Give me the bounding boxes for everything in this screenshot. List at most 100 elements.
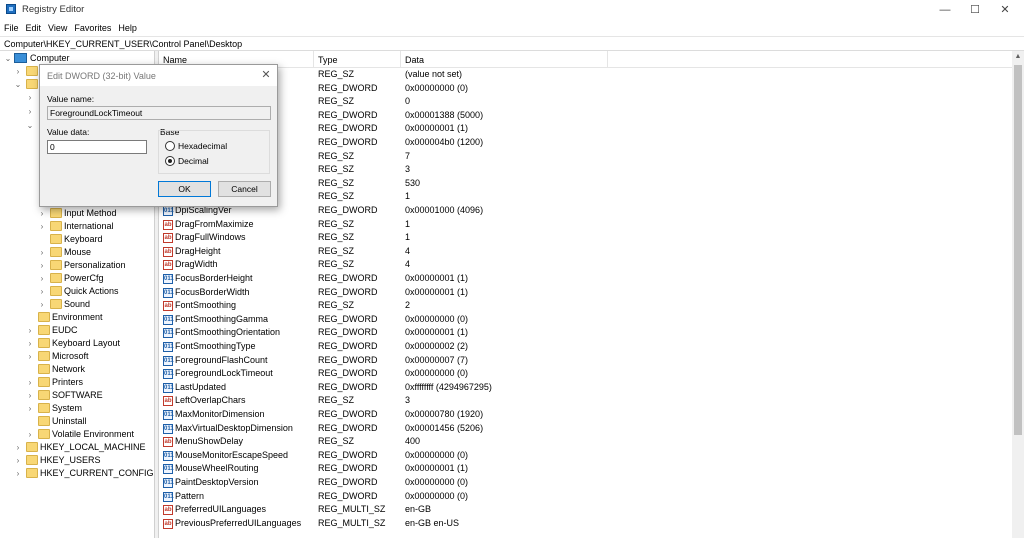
chevron-right-icon[interactable]: ›	[26, 105, 34, 118]
chevron-right-icon[interactable]: ›	[26, 350, 34, 363]
menu-help[interactable]: Help	[114, 20, 140, 33]
radio-button-selected[interactable]	[165, 156, 175, 166]
table-row[interactable]: REG_SZ 0	[159, 95, 1012, 109]
table-row[interactable]: ab MenuShowDelay REG_SZ 400	[159, 435, 1012, 449]
tree-item-hklm[interactable]: › HKEY_LOCAL_MACHINE	[14, 441, 154, 454]
table-row[interactable]: 011 MouseWheelRouting REG_DWORD 0x00000001 …	[159, 462, 1012, 476]
table-row[interactable]: ab DragFromMaximize REG_SZ 1	[159, 218, 1012, 232]
table-row[interactable]: 011 MouseMonitorEscapeSpeed REG_DWORD 0x000…	[159, 449, 1012, 463]
ok-button[interactable]: OK	[158, 181, 211, 197]
value-data-field[interactable]: 0	[47, 140, 147, 154]
table-row[interactable]: ab DragFullWindows REG_SZ 1	[159, 231, 1012, 245]
table-row[interactable]: ab DragHeight REG_SZ 4	[159, 245, 1012, 259]
address-bar[interactable]: Computer\HKEY_CURRENT_USER\Control Panel…	[0, 36, 1024, 51]
tree-item-volatile-environment[interactable]: › Volatile Environment	[26, 428, 154, 441]
vertical-scrollbar[interactable]: ▲	[1012, 51, 1024, 538]
table-row[interactable]: 011 DpiScalingVer REG_DWORD 0x00001000 (409…	[159, 204, 1012, 218]
address-path[interactable]: Computer\HKEY_CURRENT_USER\Control Panel…	[4, 39, 242, 49]
table-row[interactable]: REG_DWORD 0x00000001 (1)	[159, 122, 1012, 136]
table-row[interactable]: 011 FocusBorderWidth REG_DWORD 0x00000001 (…	[159, 286, 1012, 300]
table-row[interactable]: 011 FontSmoothingType REG_DWORD 0x00000002 …	[159, 340, 1012, 354]
table-row[interactable]: REG_SZ 7	[159, 150, 1012, 164]
tree-item-network[interactable]: Network	[26, 363, 154, 376]
table-row[interactable]: 011 FontSmoothingGamma REG_DWORD 0x00000000…	[159, 313, 1012, 327]
chevron-down-icon[interactable]: ⌄	[26, 119, 34, 132]
chevron-right-icon[interactable]: ›	[14, 467, 22, 480]
chevron-right-icon[interactable]: ›	[26, 402, 34, 415]
dialog-close-button[interactable]: ✕	[258, 68, 274, 82]
chevron-right-icon[interactable]: ›	[38, 207, 46, 220]
table-row[interactable]: 011 FontSmoothingOrientation REG_DWORD 0x00…	[159, 326, 1012, 340]
table-row[interactable]: 011 ForegroundFlashCount REG_DWORD 0x000000…	[159, 354, 1012, 368]
chevron-right-icon[interactable]: ›	[26, 389, 34, 402]
tree-item-software[interactable]: › SOFTWARE	[26, 389, 154, 402]
chevron-right-icon[interactable]: ›	[38, 272, 46, 285]
chevron-right-icon[interactable]: ›	[38, 220, 46, 233]
chevron-right-icon[interactable]: ›	[14, 441, 22, 454]
menu-edit[interactable]: Edit	[22, 20, 45, 33]
value-name-field[interactable]: ForegroundLockTimeout	[47, 106, 271, 120]
values-list[interactable]: REG_SZ (value not set) REG_DWORD 0x00000000…	[159, 68, 1012, 538]
column-divider[interactable]	[400, 51, 401, 68]
table-row[interactable]: 011 FocusBorderHeight REG_DWORD 0x00000001 …	[159, 272, 1012, 286]
column-divider[interactable]	[313, 51, 314, 68]
column-header-data[interactable]: Data	[405, 55, 424, 65]
table-row[interactable]: ab DragWidth REG_SZ 4	[159, 258, 1012, 272]
tree-item-microsoft[interactable]: › Microsoft	[26, 350, 154, 363]
scroll-thumb[interactable]	[1014, 65, 1022, 435]
chevron-right-icon[interactable]: ›	[26, 428, 34, 441]
table-row[interactable]: REG_SZ 1	[159, 190, 1012, 204]
table-row[interactable]: 011 PaintDesktopVersion REG_DWORD 0x0000000…	[159, 476, 1012, 490]
menu-view[interactable]: View	[44, 20, 70, 33]
tree-item-printers[interactable]: › Printers	[26, 376, 154, 389]
table-row[interactable]: REG_DWORD 0x000004b0 (1200)	[159, 136, 1012, 150]
chevron-right-icon[interactable]: ›	[38, 246, 46, 259]
chevron-right-icon[interactable]: ›	[14, 454, 22, 467]
table-row[interactable]: ab LeftOverlapChars REG_SZ 3	[159, 394, 1012, 408]
table-row[interactable]: 011 ForegroundLockTimeout REG_DWORD 0x00000…	[159, 367, 1012, 381]
radio-hexadecimal[interactable]: Hexadecimal	[165, 140, 265, 152]
chevron-right-icon[interactable]: ›	[38, 285, 46, 298]
chevron-right-icon[interactable]: ›	[26, 91, 34, 104]
chevron-right-icon[interactable]: ›	[14, 65, 22, 78]
table-row[interactable]: ab FontSmoothing REG_SZ 2	[159, 299, 1012, 313]
chevron-right-icon[interactable]: ›	[38, 259, 46, 272]
tree-item-personalization[interactable]: › Personalization	[38, 259, 154, 272]
radio-button[interactable]	[165, 141, 175, 151]
tree-item-eudc[interactable]: › EUDC	[26, 324, 154, 337]
tree-item-environment[interactable]: Environment	[26, 311, 154, 324]
chevron-right-icon[interactable]: ›	[26, 337, 34, 350]
cancel-button[interactable]: Cancel	[218, 181, 271, 197]
tree-item-keyboard-layout[interactable]: › Keyboard Layout	[26, 337, 154, 350]
table-row[interactable]: REG_DWORD 0x00000000 (0)	[159, 82, 1012, 96]
tree-item-hku[interactable]: › HKEY_USERS	[14, 454, 154, 467]
tree-item-quick-actions[interactable]: › Quick Actions	[38, 285, 154, 298]
column-divider[interactable]	[607, 51, 608, 68]
table-row[interactable]: REG_DWORD 0x00001388 (5000)	[159, 109, 1012, 123]
tree-item-keyboard[interactable]: Keyboard	[38, 233, 154, 246]
column-header-type[interactable]: Type	[318, 55, 338, 65]
table-row[interactable]: ab PreferredUILanguages REG_MULTI_SZ en-GB	[159, 503, 1012, 517]
table-row[interactable]: 011 MaxMonitorDimension REG_DWORD 0x0000078…	[159, 408, 1012, 422]
chevron-right-icon[interactable]: ›	[26, 376, 34, 389]
tree-item-mouse[interactable]: › Mouse	[38, 246, 154, 259]
chevron-down-icon[interactable]: ⌄	[4, 52, 12, 65]
table-row[interactable]: REG_SZ 3	[159, 163, 1012, 177]
tree-item-input-method[interactable]: › Input Method	[38, 207, 154, 220]
table-row[interactable]: 011 MaxVirtualDesktopDimension REG_DWORD 0x…	[159, 422, 1012, 436]
radio-decimal[interactable]: Decimal	[165, 155, 265, 167]
chevron-down-icon[interactable]: ⌄	[14, 78, 22, 91]
table-row[interactable]: REG_SZ 530	[159, 177, 1012, 191]
close-button[interactable]: ✕	[985, 2, 1024, 18]
tree-item-uninstall[interactable]: Uninstall	[26, 415, 154, 428]
tree-item-powercfg[interactable]: › PowerCfg	[38, 272, 154, 285]
table-row[interactable]: REG_SZ (value not set)	[159, 68, 1012, 82]
menu-favorites[interactable]: Favorites	[70, 20, 114, 33]
tree-item-hkcc[interactable]: › HKEY_CURRENT_CONFIG	[14, 467, 154, 480]
tree-item-system[interactable]: › System	[26, 402, 154, 415]
table-row[interactable]: ab PreviousPreferredUILanguages REG_MULTI_…	[159, 517, 1012, 531]
scroll-up-arrow-icon[interactable]: ▲	[1012, 53, 1024, 63]
table-row[interactable]: 011 Pattern REG_DWORD 0x00000000 (0)	[159, 490, 1012, 504]
menu-file[interactable]: File	[0, 20, 22, 33]
tree-item-international[interactable]: › International	[38, 220, 154, 233]
